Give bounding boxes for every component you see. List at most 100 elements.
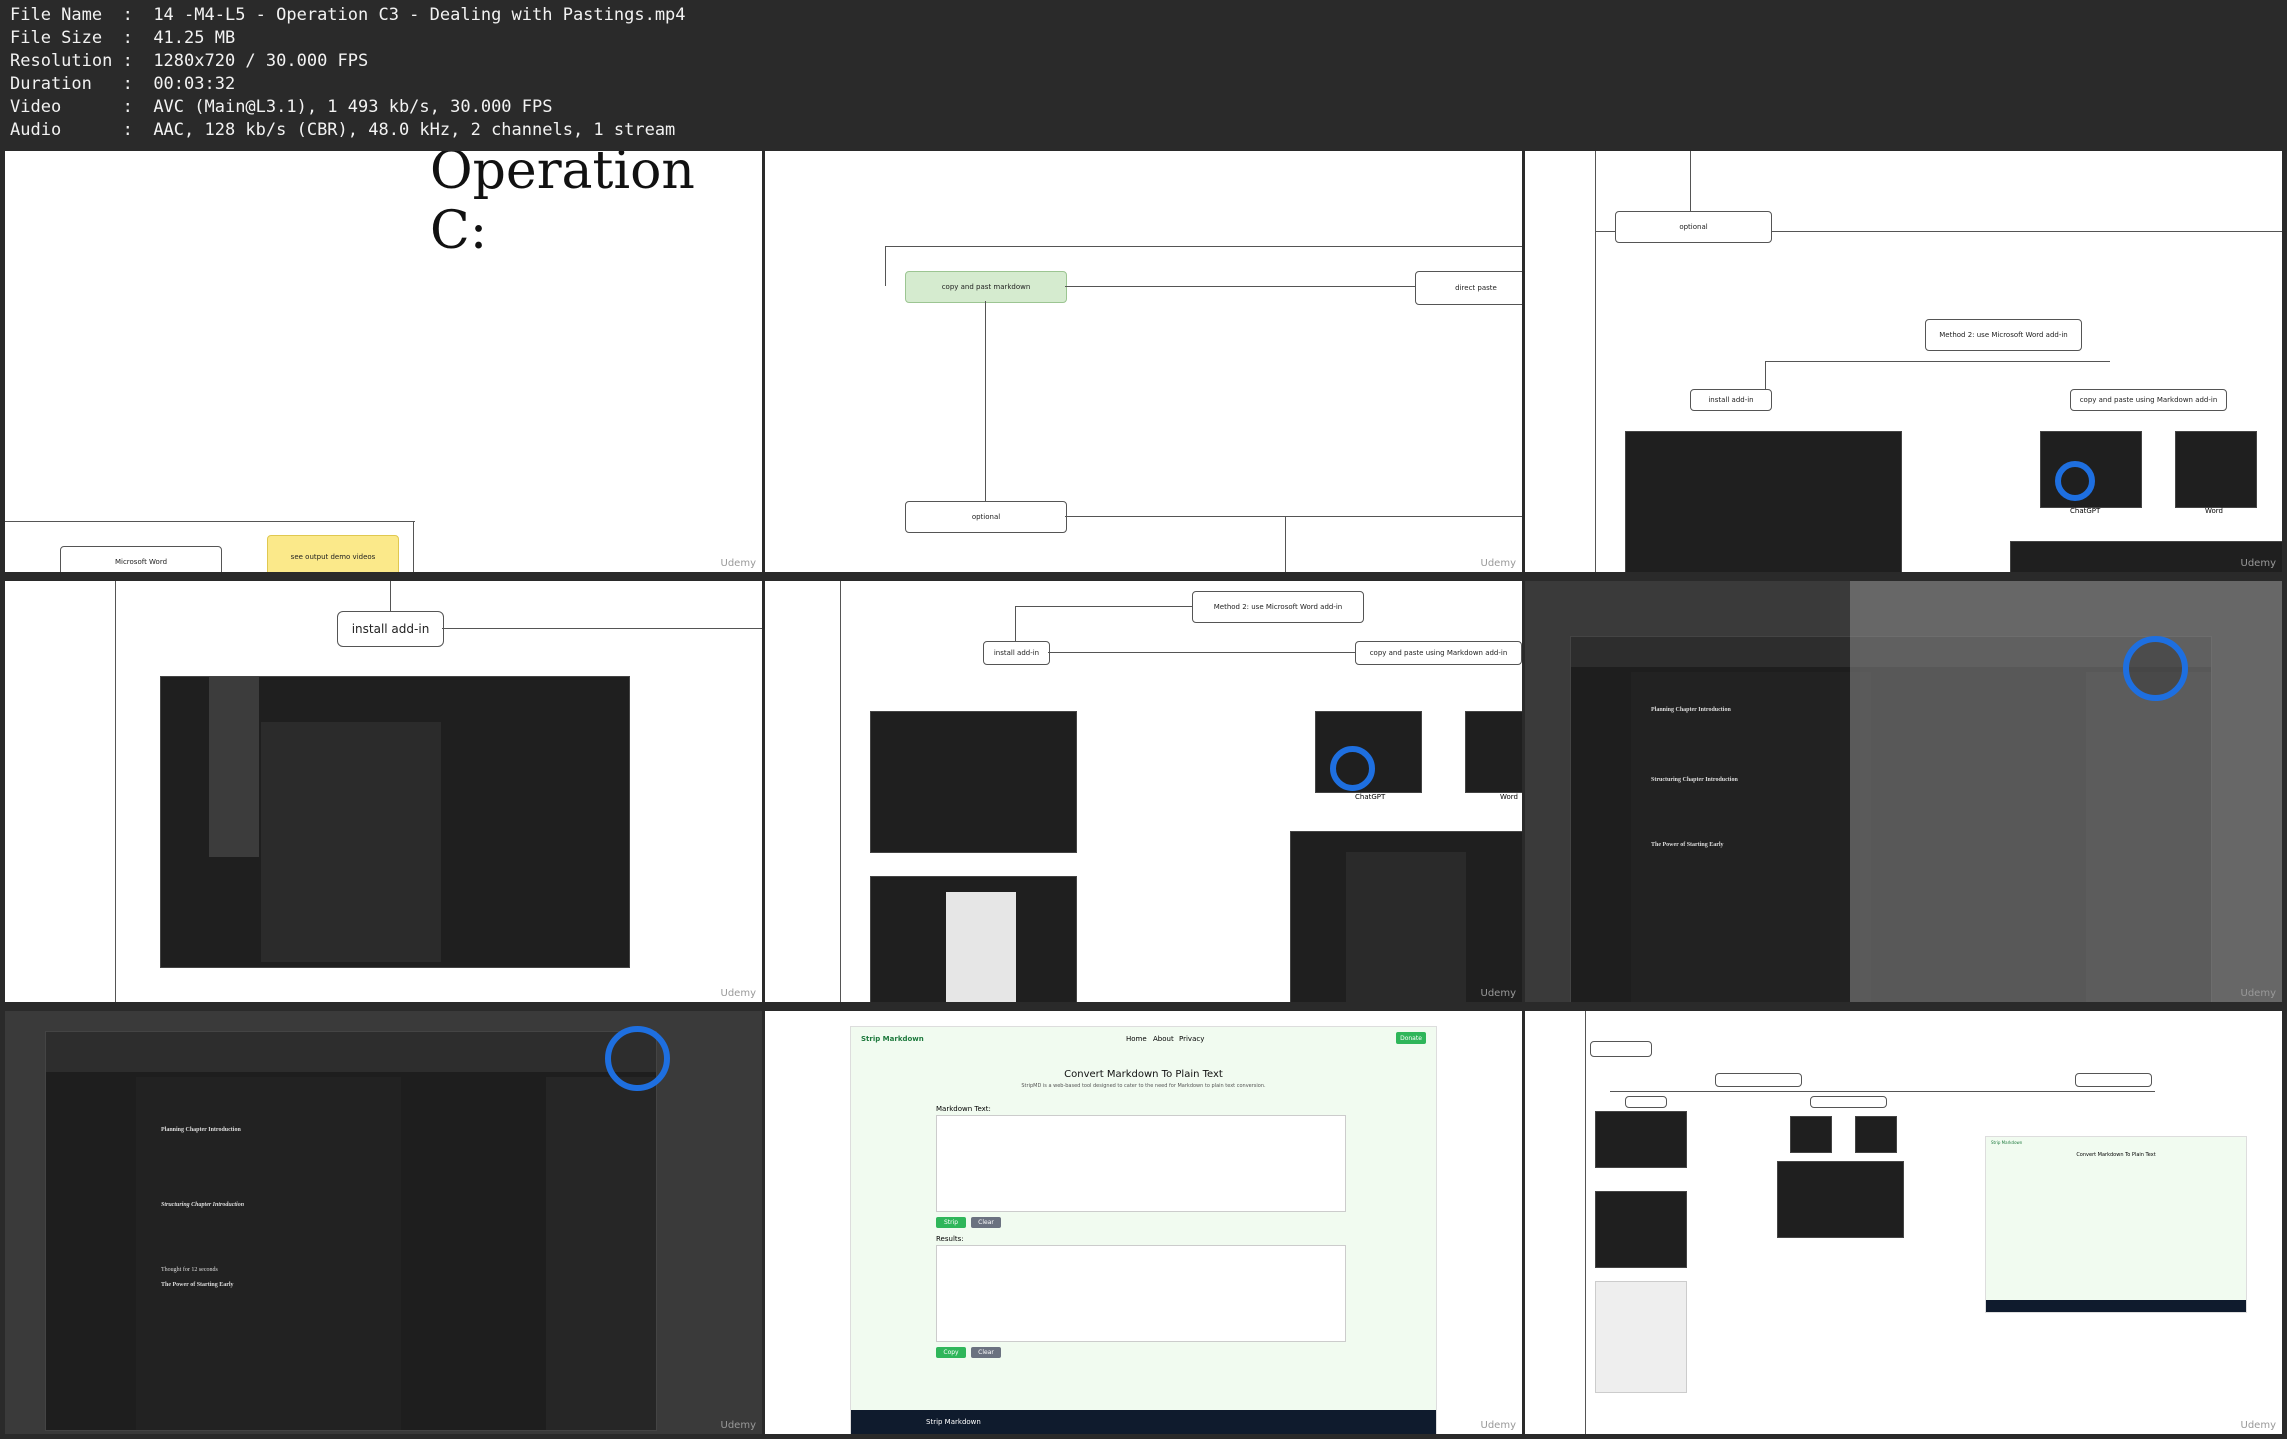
- document-page: [946, 892, 1016, 1002]
- optional-box: optional: [1615, 211, 1772, 243]
- connector-line: [840, 581, 841, 1002]
- word-label: Word: [2205, 507, 2223, 515]
- direct-paste-box: direct paste: [1415, 271, 1522, 305]
- thumbnail-5[interactable]: Method 2: use Microsoft Word add-in inst…: [765, 581, 1522, 1002]
- results-textarea[interactable]: [936, 1245, 1346, 1342]
- heading-planning: Planning Chapter Introduction: [161, 1127, 241, 1133]
- watermark: Udemy: [2240, 988, 2276, 999]
- donate-button[interactable]: Donate: [1396, 1032, 1426, 1044]
- converter-subtitle: StripMD is a web-based tool designed to …: [1021, 1083, 1266, 1089]
- optional-box: [1590, 1041, 1652, 1057]
- clear-button[interactable]: Clear: [971, 1217, 1001, 1228]
- operation-title: Operation C:: [430, 151, 695, 261]
- highlight-ring: [2123, 636, 2188, 701]
- watermark: Udemy: [1480, 988, 1516, 999]
- word-window-screenshot: [1625, 431, 1902, 572]
- connector-line: [1285, 516, 1286, 572]
- thumbnail-grid: Operation C: Microsoft Word see output d…: [5, 151, 2282, 1434]
- thumbnail-1[interactable]: Operation C: Microsoft Word see output d…: [5, 151, 762, 572]
- thumbnail-3[interactable]: optional Method 2: use Microsoft Word ad…: [1525, 151, 2282, 572]
- connector-line: [1690, 151, 1691, 211]
- file-name-value: 14 -M4-L5 - Operation C3 - Dealing with …: [153, 5, 686, 25]
- chatgpt-label: ChatGPT: [1355, 793, 1386, 801]
- insert-menu-dropdown: [209, 677, 259, 857]
- brand-logo: Strip Markdown: [1991, 1140, 2023, 1145]
- document-page: [1346, 852, 1466, 1002]
- connector-line: [1015, 606, 1016, 641]
- nav-home[interactable]: Home: [1126, 1035, 1147, 1043]
- markdown-textarea[interactable]: [936, 1115, 1346, 1212]
- connector-line: [1610, 1091, 2155, 1092]
- converter-title: Convert Markdown To Plain Text: [2076, 1152, 2156, 1158]
- chatgpt-label: ChatGPT: [2070, 507, 2101, 515]
- method-box-2: [2075, 1073, 2152, 1087]
- brand-logo[interactable]: Strip Markdown: [861, 1035, 924, 1043]
- strip-button[interactable]: Strip: [936, 1217, 966, 1228]
- connector-line: [1765, 361, 1766, 391]
- word-window-screenshot: [870, 711, 1077, 853]
- connector-line: [1765, 361, 2110, 362]
- highlight-ring: [605, 1026, 670, 1091]
- microsoft-word-box: Microsoft Word: [60, 546, 222, 572]
- optional-box: optional: [905, 501, 1067, 533]
- stripmd-screenshot: Strip Markdown Convert Markdown To Plain…: [1985, 1136, 2247, 1313]
- audio-row: Audio : AAC, 128 kb/s (CBR), 48.0 kHz, 2…: [10, 120, 676, 140]
- word-window-screenshot-2: [1595, 1191, 1687, 1268]
- highlight-ring: [2055, 461, 2095, 501]
- heading-power: The Power of Starting Early: [161, 1282, 234, 1288]
- thumbnail-7[interactable]: Planning Chapter Introduction Structurin…: [5, 1011, 762, 1434]
- heading-planning: Planning Chapter Introduction: [1651, 707, 1731, 713]
- method-box: [1715, 1073, 1802, 1087]
- connector-line: [985, 301, 986, 501]
- connector-line: [1015, 606, 1192, 607]
- heading-structuring: Structuring Chapter Introduction: [161, 1202, 245, 1208]
- heading-power: The Power of Starting Early: [1651, 842, 1724, 848]
- watermark: Udemy: [2240, 558, 2276, 569]
- markdown-label: Markdown Text:: [936, 1105, 991, 1113]
- word-addin-menu-screenshot: [160, 676, 630, 968]
- file-info-header: File Name : 14 -M4-L5 - Operation C3 - D…: [10, 4, 686, 142]
- converter-title: Convert Markdown To Plain Text: [1064, 1069, 1223, 1080]
- install-addin-box: install add-in: [337, 611, 444, 647]
- file-size-row: File Size : 41.25 MB: [10, 28, 236, 48]
- watermark: Udemy: [720, 558, 756, 569]
- resolution-row: Resolution : 1280x720 / 30.000 FPS: [10, 51, 369, 71]
- watermark: Udemy: [720, 988, 756, 999]
- thumbnail-2[interactable]: copy and past markdown direct paste opti…: [765, 151, 1522, 572]
- thumbnail-9[interactable]: Strip Markdown Convert Markdown To Plain…: [1525, 1011, 2282, 1434]
- thumbnail-6[interactable]: Planning Chapter Introduction Structurin…: [1525, 581, 2282, 1002]
- thumbnail-4[interactable]: install add-in Udemy: [5, 581, 762, 1002]
- copy-paste-addin-box: copy and paste using Markdown add-in: [1355, 641, 1522, 665]
- stripmd-page: Strip Markdown Home About Privacy Donate…: [850, 1026, 1437, 1434]
- word-window: Planning Chapter Introduction Structurin…: [45, 1031, 657, 1431]
- clear-results-button[interactable]: Clear: [971, 1347, 1001, 1358]
- resolution-label: Resolution: [10, 51, 113, 71]
- document-page: Planning Chapter Introduction Structurin…: [136, 1077, 401, 1430]
- site-footer: [1986, 1300, 2246, 1312]
- nav-privacy[interactable]: Privacy: [1179, 1035, 1204, 1043]
- document-page: Planning Chapter Introduction Structurin…: [1631, 672, 1871, 1002]
- connector-line: [390, 581, 391, 611]
- word-paste-menu-screenshot: [1465, 711, 1522, 793]
- video-label: Video: [10, 97, 62, 117]
- results-label: Results:: [936, 1235, 964, 1243]
- thumbnail-8[interactable]: Strip Markdown Home About Privacy Donate…: [765, 1011, 1522, 1434]
- copy-paste-box: [1810, 1096, 1887, 1108]
- file-size-value: 41.25 MB: [153, 28, 236, 48]
- resolution-value: 1280x720 / 30.000 FPS: [153, 51, 369, 71]
- dim-overlay: [1850, 581, 2282, 1002]
- nav-about[interactable]: About: [1153, 1035, 1174, 1043]
- connector-line: [413, 521, 414, 572]
- heading-structuring: Structuring Chapter Introduction: [1651, 777, 1738, 783]
- connector-line: [115, 581, 116, 1002]
- duration-value: 00:03:32: [153, 74, 236, 94]
- word-label: Word: [1500, 793, 1518, 801]
- word-paste-screenshot: [1855, 1116, 1897, 1153]
- highlight-ring: [1330, 746, 1375, 791]
- method2-box: Method 2: use Microsoft Word add-in: [1192, 591, 1364, 623]
- note-box: see output demo videos: [267, 535, 399, 572]
- chatgpt-screenshot: [1790, 1116, 1832, 1153]
- watermark: Udemy: [1480, 1420, 1516, 1431]
- addin-store-screenshot: [1595, 1281, 1687, 1393]
- copy-button[interactable]: Copy: [936, 1347, 966, 1358]
